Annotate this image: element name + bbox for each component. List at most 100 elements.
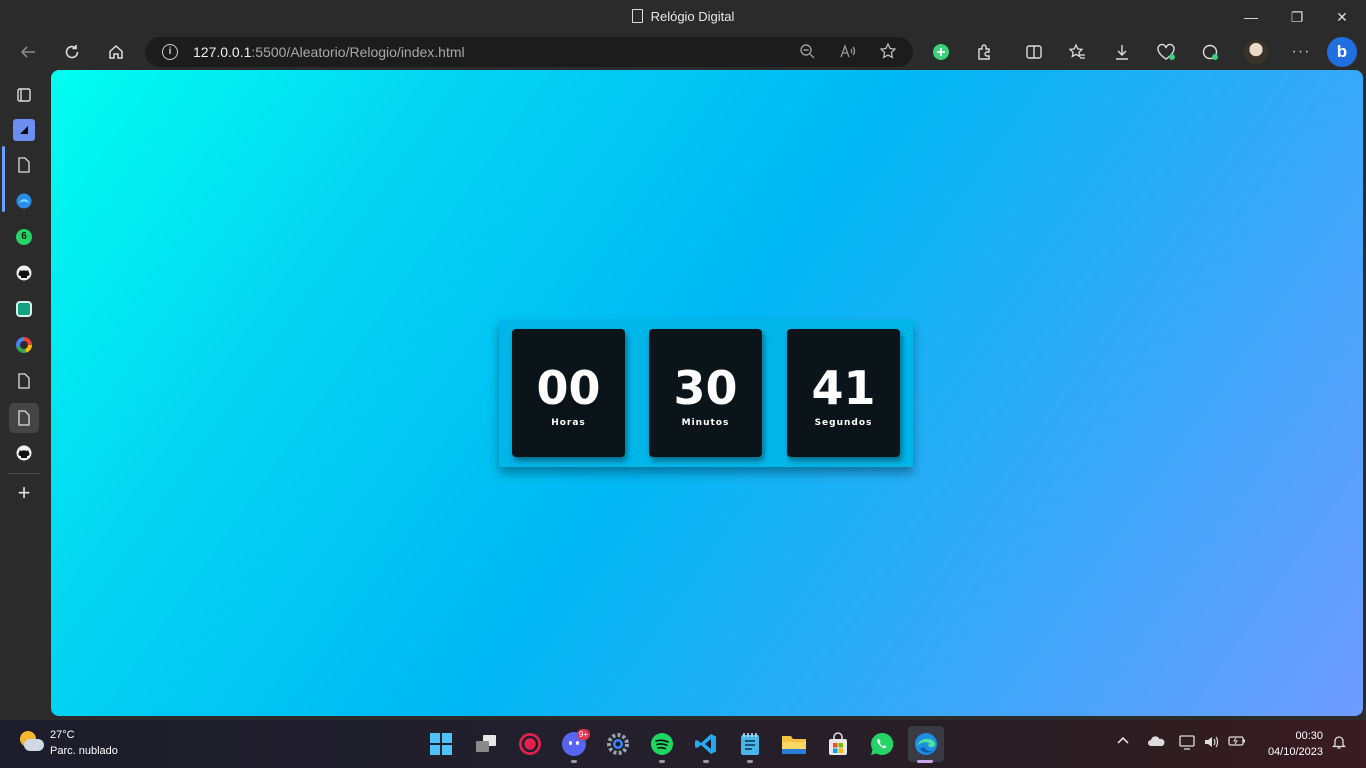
more-button[interactable]: ··· (1285, 36, 1317, 68)
home-button[interactable] (100, 36, 132, 68)
recorder-icon (519, 733, 541, 755)
downloads-button[interactable] (1106, 36, 1138, 68)
volume-button[interactable] (1203, 734, 1219, 753)
onedrive-button[interactable] (1147, 734, 1165, 751)
hours-card: 00 Horas (512, 329, 625, 457)
battery-icon (1228, 736, 1245, 746)
back-icon (20, 46, 35, 58)
tray-overflow-button[interactable] (1116, 734, 1130, 751)
sidebar-tab-1[interactable] (10, 116, 38, 144)
edge-tab-icon (16, 193, 32, 209)
running-indicator (659, 760, 665, 763)
whatsapp-app[interactable] (866, 728, 898, 760)
copilot-button[interactable] (1194, 36, 1226, 68)
taskbar: 27°C Parc. nublado 9+ 00:30 04/10/2023 (0, 720, 1366, 768)
document-icon (631, 9, 643, 23)
notepad-app[interactable] (734, 728, 766, 760)
taskbar-time: 00:30 (1295, 730, 1323, 742)
edge-app[interactable] (908, 726, 944, 762)
zoom-out-icon[interactable] (797, 42, 817, 62)
health-button[interactable] (1150, 36, 1182, 68)
notifications-button[interactable] (1331, 734, 1347, 753)
restore-button[interactable]: ❐ (1277, 4, 1317, 30)
tab-icon (13, 119, 35, 141)
page-icon (18, 373, 30, 389)
close-button[interactable]: ✕ (1322, 4, 1362, 30)
read-aloud-icon[interactable] (838, 42, 858, 62)
network-button[interactable] (1179, 734, 1197, 753)
running-indicator (571, 760, 577, 763)
address-bar[interactable]: i 127.0.0.1:5500/Aleatorio/Relogio/index… (145, 37, 913, 67)
hours-value: 00 (536, 361, 601, 415)
bing-icon: b (1336, 42, 1348, 61)
seconds-label: Segundos (814, 418, 873, 428)
store-app[interactable] (822, 728, 854, 760)
running-indicator (703, 760, 709, 763)
refresh-button[interactable] (56, 36, 88, 68)
page-content: 00 Horas 30 Minutos 41 Segundos (51, 70, 1363, 716)
sidebar-tab-whatsapp[interactable]: 6 (10, 223, 38, 251)
minimize-button[interactable]: — (1231, 4, 1271, 30)
favorites-button[interactable] (1061, 36, 1093, 68)
extensions-button[interactable] (969, 36, 1001, 68)
edge-icon (915, 733, 937, 755)
sidebar-tab-4[interactable] (10, 367, 38, 395)
weather-temp: 27°C (50, 729, 75, 741)
file-explorer-icon (782, 736, 806, 754)
vscode-app[interactable] (690, 728, 722, 760)
split-screen-button[interactable] (1018, 36, 1050, 68)
digital-clock: 00 Horas 30 Minutos 41 Segundos (499, 320, 913, 467)
page-icon (18, 410, 30, 426)
bing-button[interactable]: b (1327, 37, 1357, 67)
google-icon (16, 337, 32, 353)
discord-app[interactable]: 9+ (558, 728, 590, 760)
add-icon (933, 44, 949, 60)
recorder-app[interactable] (514, 728, 546, 760)
url-host: 127.0.0.1 (193, 44, 252, 60)
notepad-icon (741, 733, 759, 755)
sidebar-tab-chatgpt[interactable] (10, 295, 38, 323)
sidebar-tab-active[interactable] (9, 403, 39, 433)
sidebar-tab-google[interactable] (10, 331, 38, 359)
taskbar-clock[interactable]: 00:30 04/10/2023 (1268, 728, 1323, 760)
file-explorer-app[interactable] (778, 728, 810, 760)
onedrive-icon (1148, 736, 1165, 746)
github-icon (16, 265, 32, 281)
window-title: Relógio Digital (0, 9, 1366, 24)
volume-icon (1205, 736, 1219, 748)
task-view-button[interactable] (470, 728, 502, 760)
sidebar-tab-github-2[interactable] (10, 439, 38, 467)
store-icon (829, 732, 847, 755)
split-screen-icon (1026, 45, 1042, 59)
spotify-app[interactable] (646, 728, 678, 760)
network-icon (1179, 735, 1195, 750)
add-button[interactable] (925, 36, 957, 68)
sidebar-tab-3[interactable] (10, 187, 38, 215)
favorites-icon (1068, 43, 1085, 59)
battery-button[interactable] (1228, 734, 1246, 751)
info-icon[interactable]: i (162, 44, 178, 60)
seconds-value: 41 (811, 361, 876, 415)
taskbar-date: 04/10/2023 (1267, 746, 1323, 758)
tab-actions-button[interactable] (10, 81, 38, 109)
sidebar-tab-2[interactable] (10, 151, 38, 179)
home-icon (109, 44, 123, 59)
back-button[interactable] (12, 36, 44, 68)
extensions-icon (978, 44, 990, 60)
tab-group-marker (2, 146, 5, 212)
discord-icon: 9+ (562, 729, 590, 756)
tab-actions-icon (17, 88, 31, 102)
url-path: :5500/Aleatorio/Relogio/index.html (251, 44, 465, 60)
sidebar-tab-github[interactable] (10, 259, 38, 287)
vscode-icon (695, 734, 716, 754)
new-tab-button[interactable]: + (10, 479, 38, 507)
settings-app[interactable] (602, 728, 634, 760)
notification-icon (1331, 736, 1347, 749)
start-button[interactable] (425, 728, 457, 760)
favorite-star-icon[interactable] (878, 42, 898, 62)
page-icon (18, 157, 30, 173)
whatsapp-icon: 6 (16, 229, 32, 245)
profile-button[interactable] (1240, 36, 1272, 68)
url-text[interactable]: 127.0.0.1:5500/Aleatorio/Relogio/index.h… (193, 44, 465, 60)
running-indicator (747, 760, 753, 763)
